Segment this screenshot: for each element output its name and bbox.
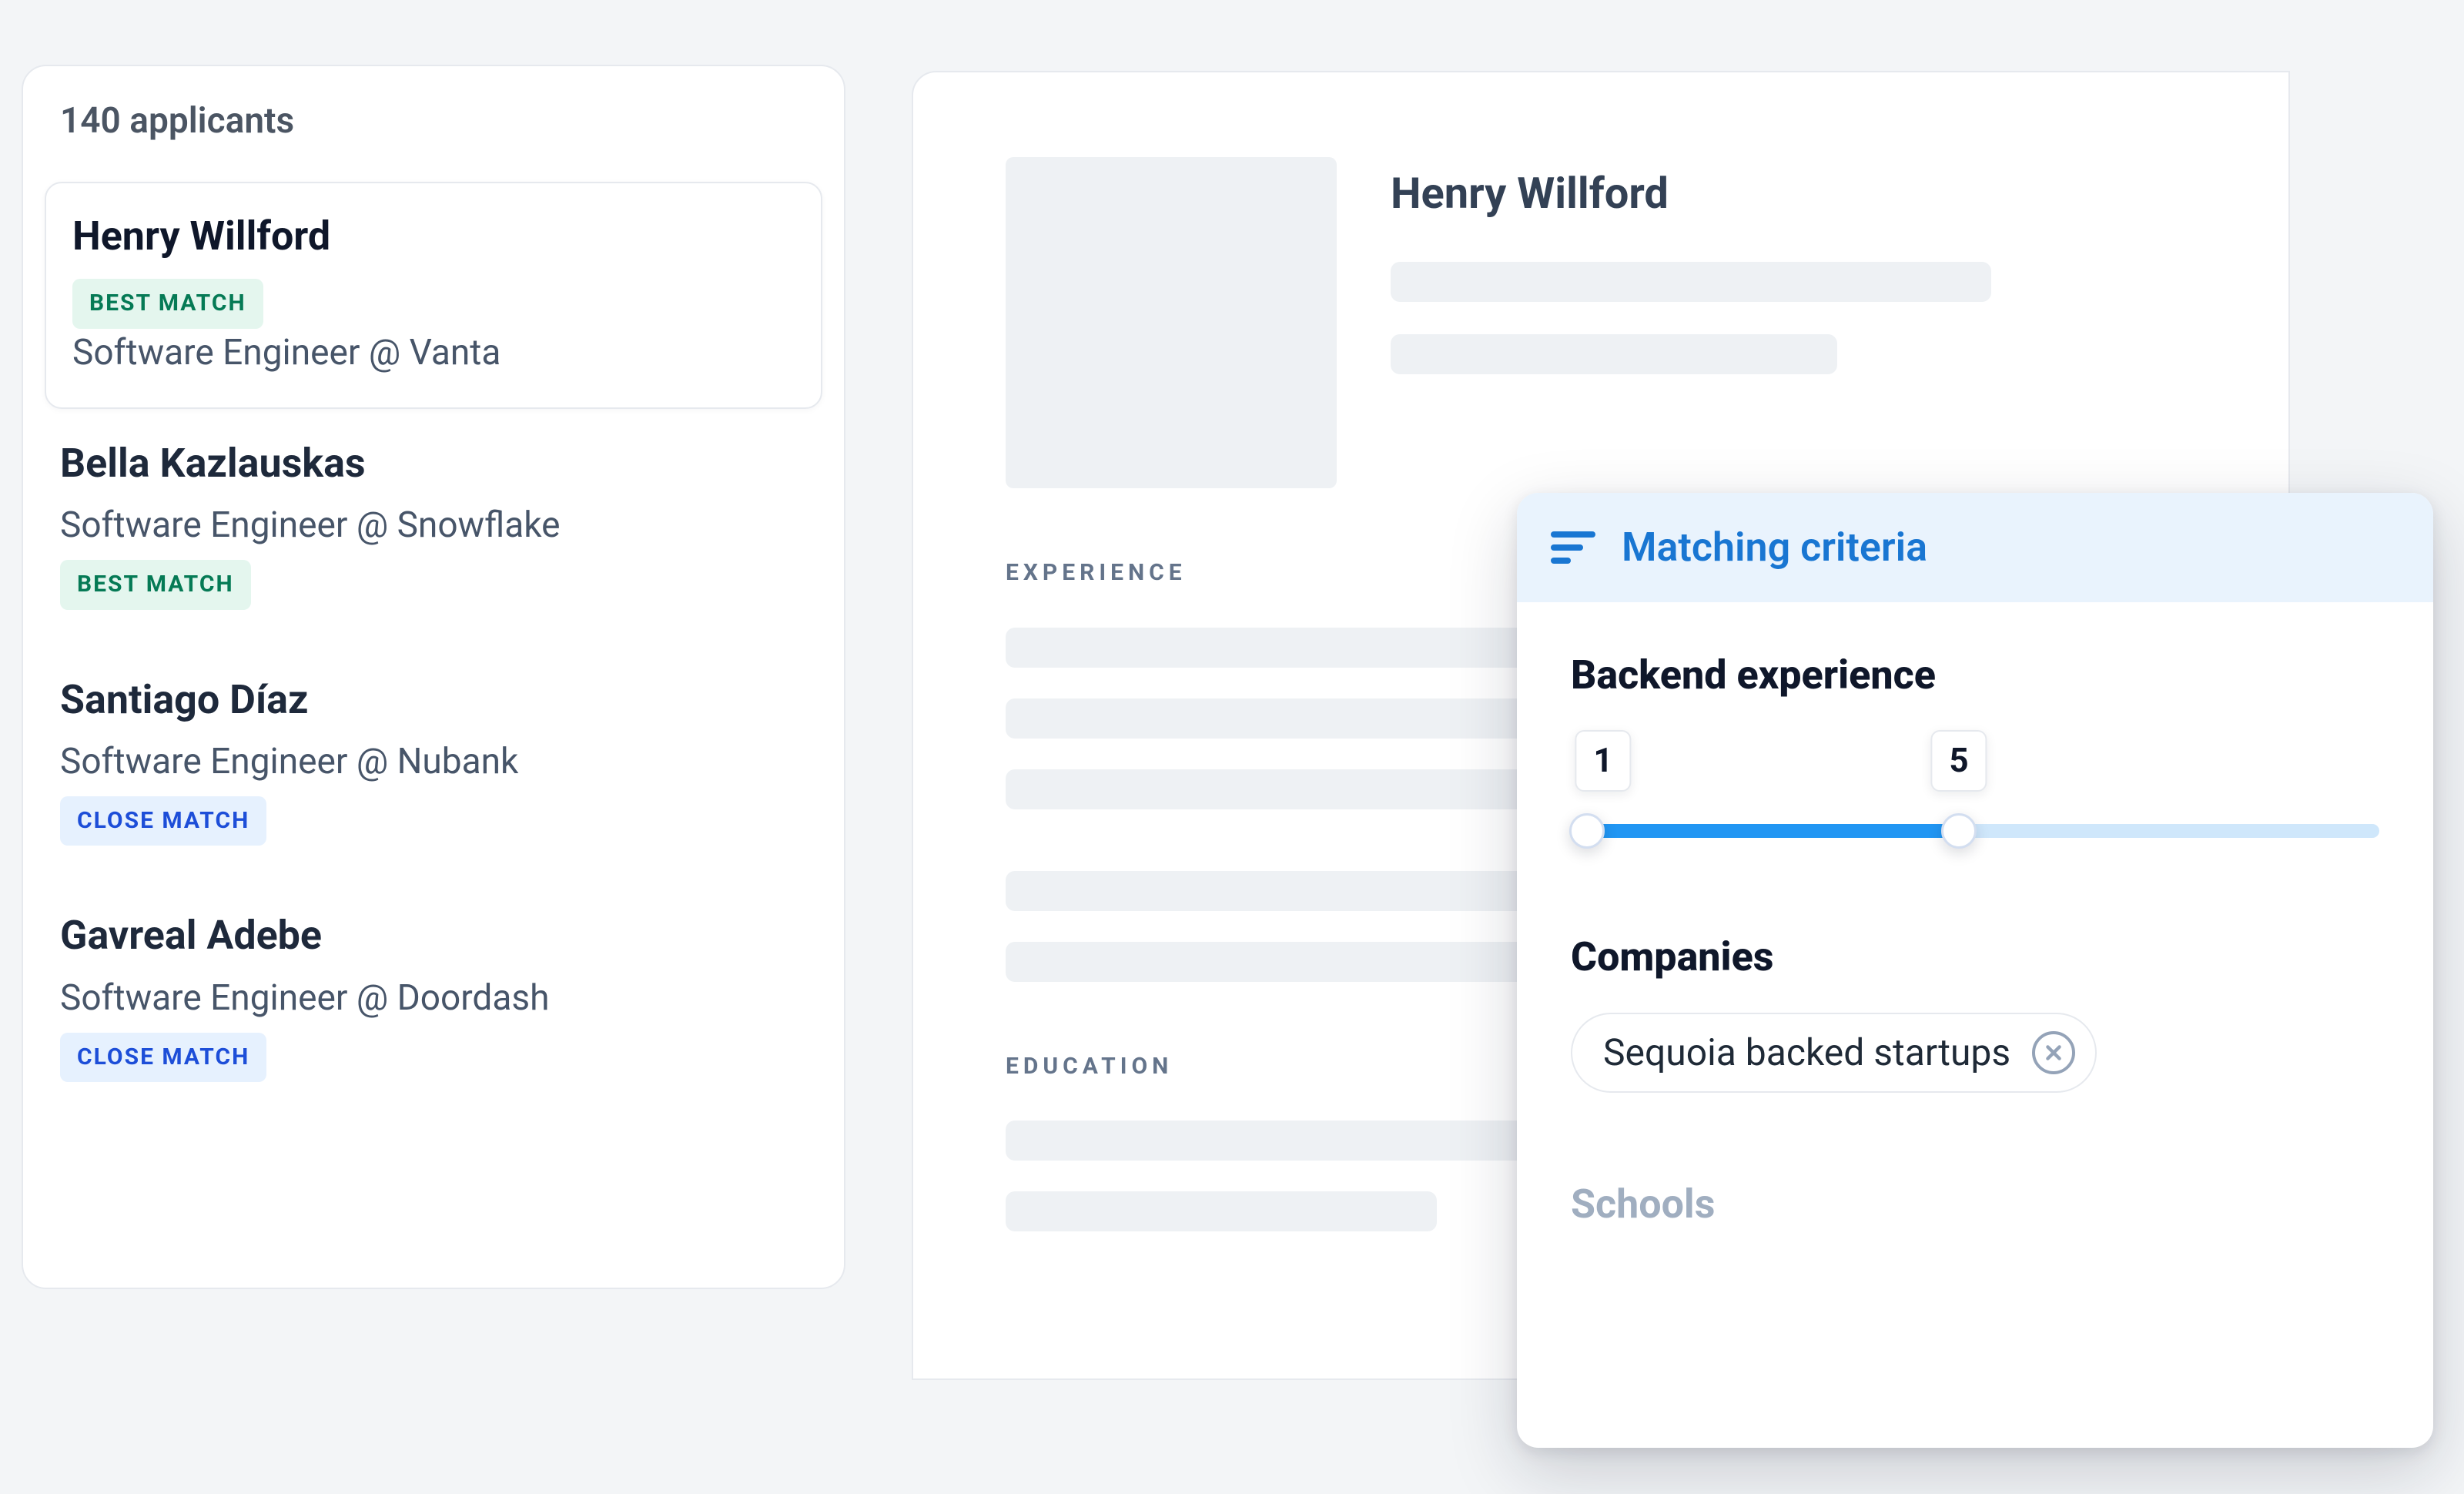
company-chip-label: Sequoia backed startups [1603, 1028, 2010, 1078]
detail-name: Henry Willford [1391, 165, 2196, 223]
skeleton-line [1006, 1191, 1437, 1231]
slider-max-label: 5 [1930, 730, 1987, 791]
skeleton-line [1006, 1120, 1545, 1161]
applicant-name: Santiago Díaz [60, 673, 807, 727]
skeleton-line [1006, 698, 1545, 739]
applicant-name: Bella Kazlauskas [60, 437, 807, 491]
matching-criteria-title: Matching criteria [1622, 521, 1927, 574]
match-badge: CLOSE MATCH [60, 796, 266, 846]
applicant-role: Software Engineer @ Vanta [72, 329, 795, 377]
skeleton-line [1006, 769, 1545, 809]
match-badge: BEST MATCH [60, 560, 251, 610]
skeleton-line [1391, 262, 1991, 302]
companies-title: Companies [1571, 930, 2379, 984]
skeleton-line [1006, 942, 1545, 982]
backend-experience-slider[interactable]: 1 5 [1571, 730, 2379, 884]
sort-icon [1551, 531, 1595, 564]
slider-handle-high[interactable] [1941, 813, 1977, 849]
applicants-count: 140 applicants [23, 66, 844, 152]
applicant-name: Henry Willford [72, 209, 795, 263]
skeleton-line [1006, 628, 1545, 668]
avatar-placeholder [1006, 157, 1337, 488]
slider-handle-low[interactable] [1569, 813, 1605, 849]
skeleton-line [1006, 871, 1545, 911]
matching-criteria-panel: Matching criteria Backend experience 1 5… [1517, 493, 2433, 1448]
match-badge: CLOSE MATCH [60, 1033, 266, 1083]
company-chip[interactable]: Sequoia backed startups [1571, 1013, 2097, 1094]
applicant-item[interactable]: Gavreal Adebe Software Engineer @ Doorda… [23, 887, 844, 1124]
backend-experience-title: Backend experience [1571, 648, 2379, 702]
matching-criteria-header[interactable]: Matching criteria [1517, 493, 2433, 602]
applicant-item-selected[interactable]: Henry Willford BEST MATCH Software Engin… [45, 182, 822, 409]
applicant-role: Software Engineer @ Doordash [60, 974, 807, 1022]
slider-fill [1587, 824, 1959, 838]
match-badge: BEST MATCH [72, 279, 263, 329]
chip-remove-icon[interactable] [2032, 1031, 2075, 1074]
applicant-item[interactable]: Bella Kazlauskas Software Engineer @ Sno… [23, 415, 844, 652]
applicant-role: Software Engineer @ Snowflake [60, 501, 807, 549]
skeleton-line [1391, 334, 1837, 374]
applicant-role: Software Engineer @ Nubank [60, 738, 807, 786]
slider-min-label: 1 [1575, 730, 1631, 791]
applicants-panel: 140 applicants Henry Willford BEST MATCH… [22, 65, 845, 1289]
applicant-item[interactable]: Santiago Díaz Software Engineer @ Nubank… [23, 652, 844, 888]
schools-title: Schools [1571, 1177, 2379, 1231]
applicant-name: Gavreal Adebe [60, 909, 807, 963]
